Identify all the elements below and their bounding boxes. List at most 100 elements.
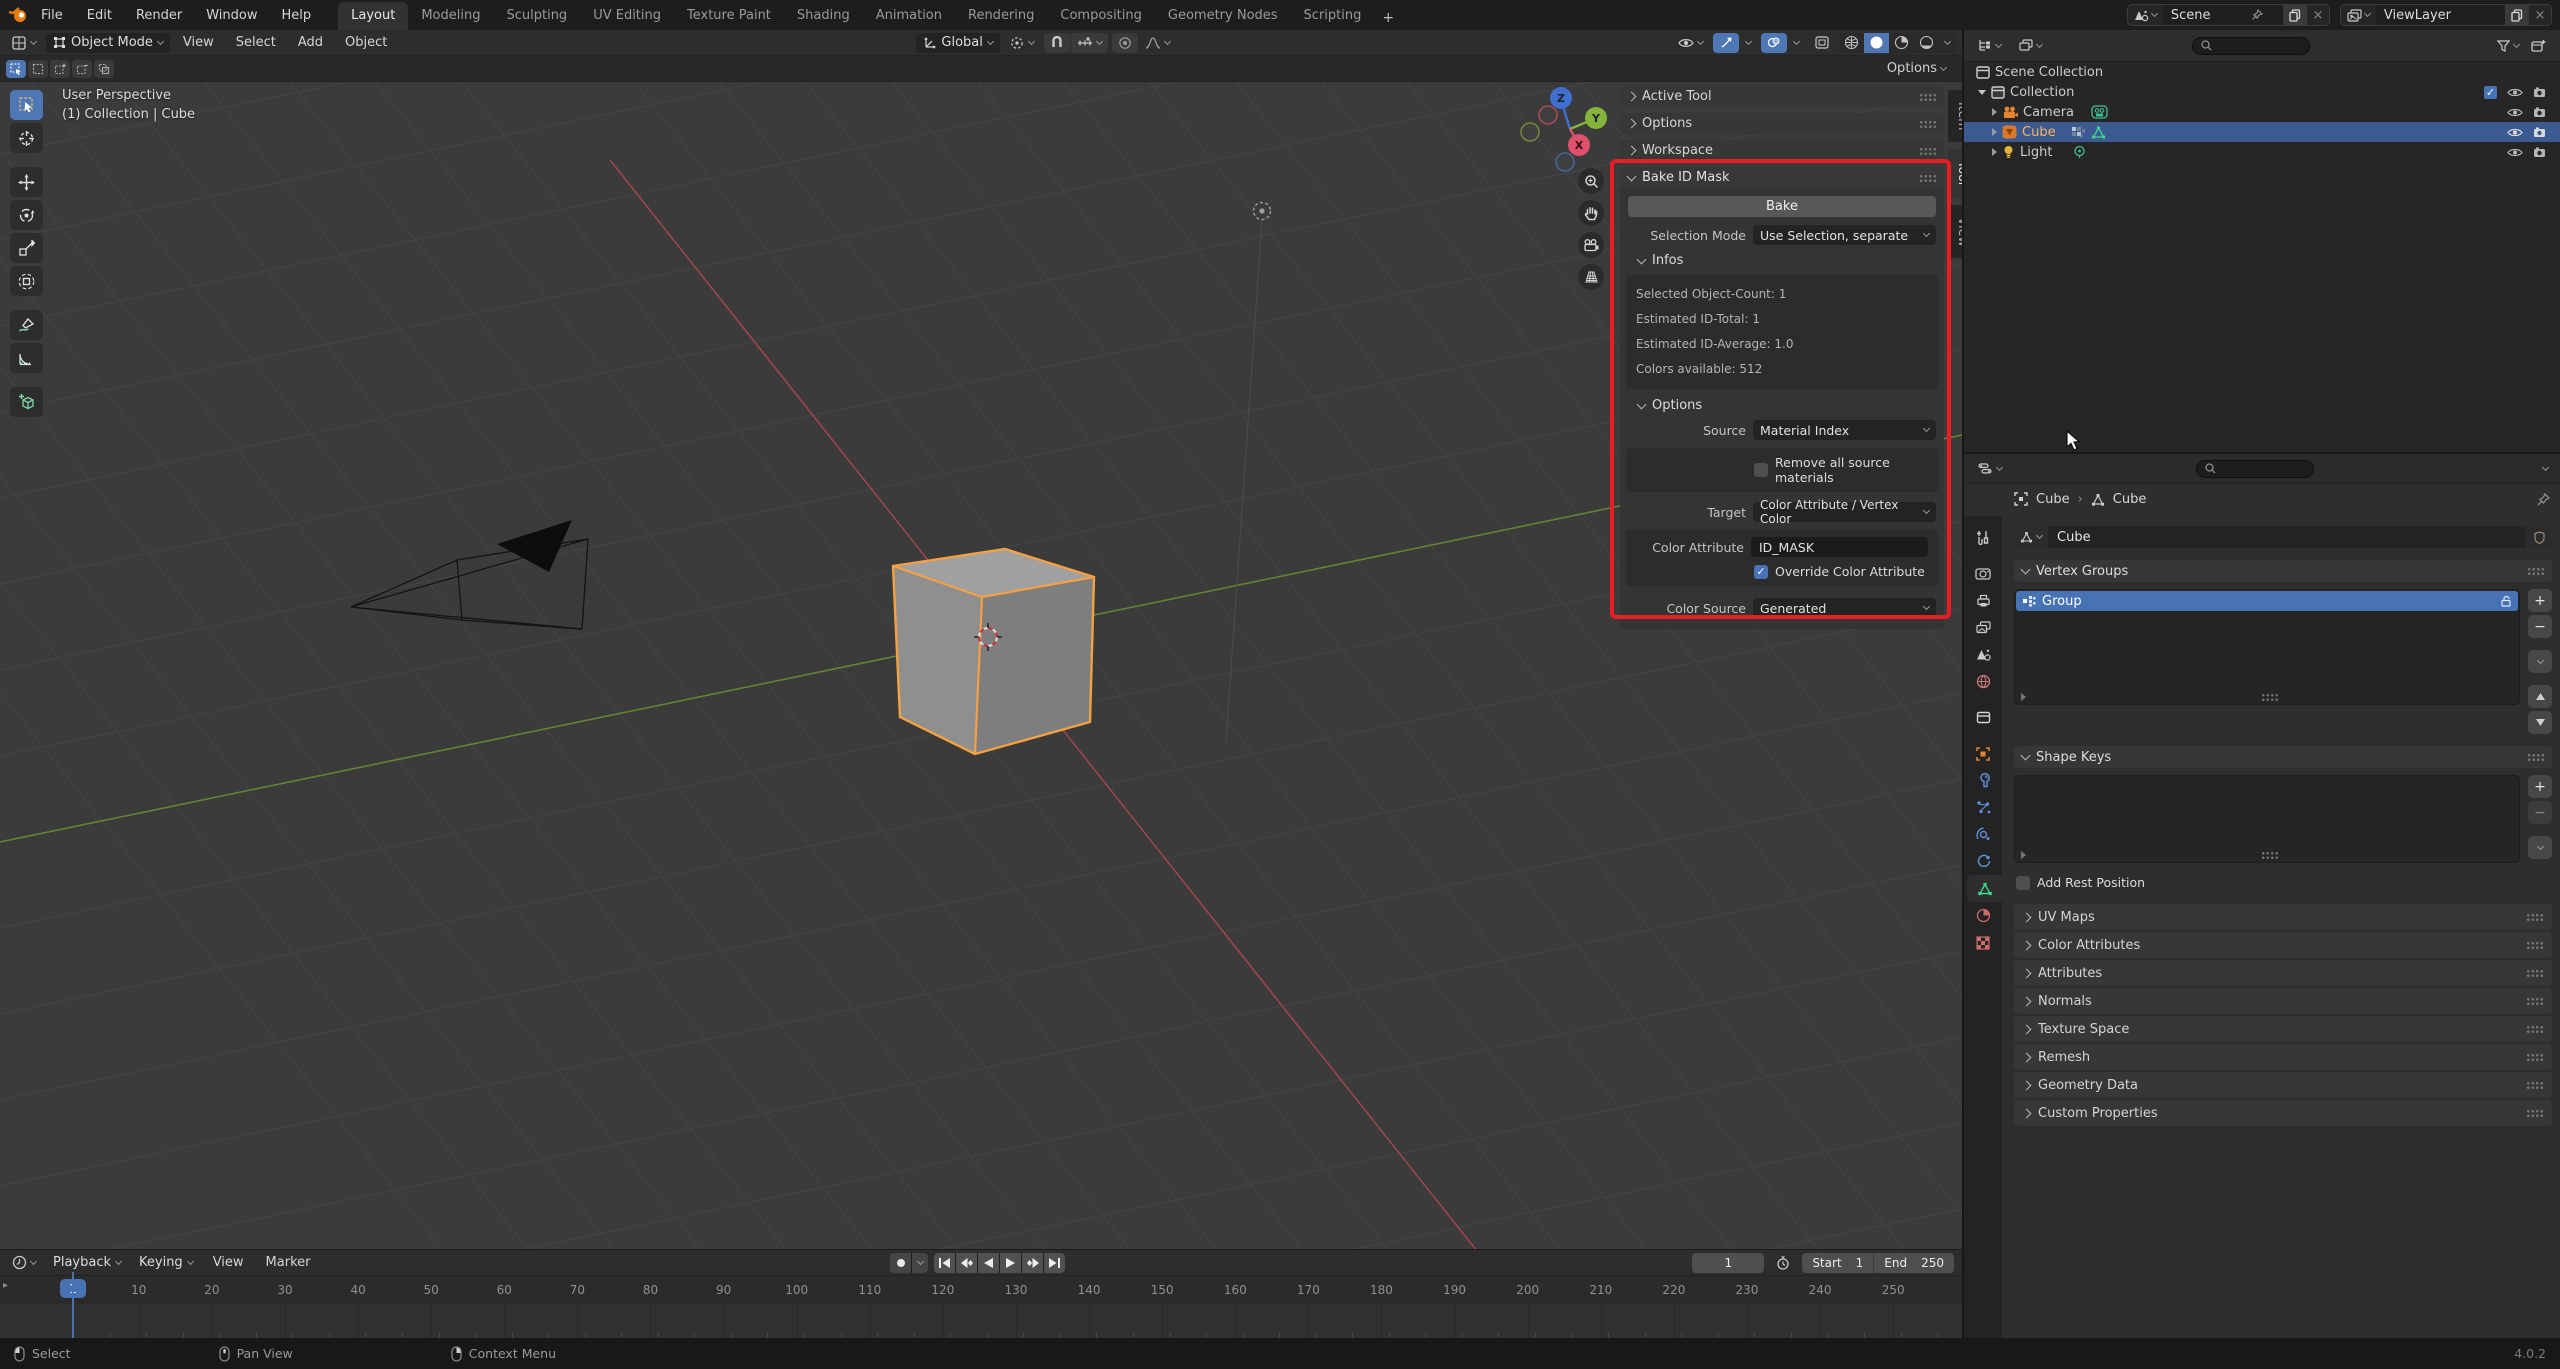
tab-geometry-nodes[interactable]: Geometry Nodes (1155, 2, 1291, 30)
panel-grip-icon[interactable] (2527, 567, 2544, 575)
panel-color-attributes[interactable]: Color Attributes (2014, 932, 2552, 958)
panel-normals[interactable]: Normals (2014, 988, 2552, 1014)
tab-texture-paint[interactable]: Texture Paint (674, 2, 784, 30)
prev-keyframe-button[interactable] (956, 1253, 977, 1273)
mesh-browse-button[interactable] (2014, 526, 2048, 548)
auto-keying-button[interactable] (890, 1253, 911, 1273)
properties-search[interactable] (2196, 460, 2314, 478)
pin-icon[interactable] (2251, 9, 2263, 21)
tab-render[interactable] (1964, 560, 2002, 587)
tab-compositing[interactable]: Compositing (1047, 2, 1155, 30)
jump-to-start-button[interactable] (934, 1253, 955, 1273)
use-preview-range-button[interactable] (1770, 1253, 1796, 1273)
tab-constraints[interactable] (1964, 848, 2002, 875)
tab-scripting[interactable]: Scripting (1291, 2, 1375, 30)
shape-keys-list[interactable] (2014, 775, 2520, 863)
panel-grip-icon[interactable] (2526, 1025, 2543, 1033)
mesh-data-icon[interactable] (2091, 126, 2106, 139)
panel-attributes[interactable]: Attributes (2014, 960, 2552, 986)
tool-add-cube[interactable] (10, 387, 43, 417)
select-mode-tweak-button[interactable] (6, 60, 26, 78)
panel-grip-icon[interactable] (1919, 147, 1936, 155)
viewport-menu-view[interactable]: View (174, 32, 223, 53)
disable-render-icon[interactable] (2533, 107, 2546, 118)
outliner-row-camera[interactable]: Camera (1964, 102, 2560, 122)
select-mode-subtract-button[interactable] (72, 60, 92, 78)
show-object-types-dropdown[interactable] (1672, 35, 1709, 51)
current-frame-line[interactable] (72, 1272, 74, 1338)
add-vertex-group-button[interactable]: + (2528, 589, 2552, 612)
outliner-filter-collection-dropdown[interactable] (2013, 37, 2048, 54)
mode-dropdown[interactable]: Object Mode (46, 33, 170, 53)
disclosure-closed-icon[interactable] (1992, 108, 1997, 116)
shading-wireframe-button[interactable] (1839, 33, 1864, 53)
select-mode-new-button[interactable] (28, 60, 48, 78)
tab-rendering[interactable]: Rendering (955, 2, 1047, 30)
panel-texture-space[interactable]: Texture Space (2014, 1016, 2552, 1042)
next-keyframe-button[interactable] (1022, 1253, 1043, 1273)
transform-orientation-dropdown[interactable]: Global (916, 33, 999, 53)
outliner-row-scene-collection[interactable]: Scene Collection (1964, 62, 2560, 82)
panel-grip-icon[interactable] (2526, 997, 2543, 1005)
unlink-scene-button[interactable]: × (2307, 5, 2329, 25)
timeline-expand-arrow[interactable]: ▸ (3, 1280, 8, 1291)
scene-name-field[interactable]: Scene (2163, 5, 2283, 25)
tab-shading[interactable]: Shading (784, 2, 863, 30)
panel-grip-icon[interactable] (1919, 120, 1936, 128)
timeline-menu-playback[interactable]: Playback (46, 1253, 128, 1273)
remove-viewlayer-button[interactable]: × (2529, 5, 2551, 25)
pin-icon[interactable] (2537, 493, 2550, 506)
viewport-menu-add[interactable]: Add (289, 32, 332, 53)
editor-type-button[interactable] (6, 34, 42, 52)
proportional-editing-toggle[interactable] (1112, 33, 1138, 53)
pivot-point-dropdown[interactable] (1004, 34, 1040, 52)
remove-shape-key-button[interactable]: − (2528, 801, 2552, 824)
timeline-track[interactable] (0, 1304, 1962, 1339)
target-dropdown[interactable]: Color Attribute / Vertex Color (1753, 502, 1936, 522)
move-group-up-button[interactable] (2528, 685, 2552, 708)
proportional-falloff-dropdown[interactable] (1139, 35, 1176, 51)
scene-browse-button[interactable] (2128, 5, 2163, 25)
color-attribute-field[interactable]: ID_MASK (1751, 537, 1928, 557)
snap-toggle[interactable] (1044, 33, 1070, 53)
vertex-groups-list[interactable]: Group (2014, 589, 2520, 705)
list-resize-icon[interactable] (2021, 851, 2026, 859)
unlock-icon[interactable] (2500, 595, 2512, 607)
play-reverse-button[interactable] (978, 1253, 999, 1273)
menu-window[interactable]: Window (195, 4, 268, 27)
tab-scene[interactable] (1964, 641, 2002, 668)
tool-measure[interactable] (10, 343, 43, 373)
selection-mode-dropdown[interactable]: Use Selection, separate (1753, 225, 1936, 245)
disclosure-open-icon[interactable] (1978, 90, 1986, 95)
menu-help[interactable]: Help (271, 4, 323, 27)
tab-particles[interactable] (1964, 794, 2002, 821)
shading-solid-button[interactable] (1864, 33, 1889, 53)
camera-data-icon[interactable] (2091, 105, 2108, 119)
panel-grip-icon[interactable] (1919, 174, 1936, 182)
tab-material[interactable] (1964, 902, 2002, 929)
axis-neg-x-handle[interactable] (1539, 106, 1557, 124)
list-grip-icon[interactable] (2261, 693, 2278, 701)
snap-settings-dropdown[interactable] (1071, 33, 1108, 53)
tool-select-box[interactable] (10, 90, 43, 120)
timeline-menu-keying[interactable]: Keying (132, 1253, 200, 1273)
ortho-toggle-button[interactable] (1578, 264, 1604, 290)
infos-subpanel-header[interactable]: Infos (1638, 253, 1936, 268)
tool-rotate[interactable] (10, 200, 43, 230)
outliner-filter-dropdown[interactable] (2491, 38, 2525, 54)
navigation-gizmo[interactable]: Z Y X (1513, 85, 1625, 187)
disclosure-closed-icon[interactable] (1992, 148, 1997, 156)
timeline-editor-type-button[interactable] (6, 1253, 42, 1272)
shading-material-button[interactable] (1889, 33, 1914, 53)
new-viewlayer-button[interactable] (2505, 5, 2529, 25)
options-subpanel-header[interactable]: Options (1638, 398, 1936, 413)
viewport-menu-object[interactable]: Object (336, 32, 396, 53)
collection-checkbox[interactable]: ✓ (2484, 86, 2497, 99)
mesh-name-field[interactable]: Cube (2048, 526, 2526, 548)
tab-animation[interactable]: Animation (863, 2, 955, 30)
overlays-settings-dropdown[interactable] (1788, 40, 1805, 46)
xray-toggle[interactable] (1809, 33, 1835, 53)
vertex-groups-panel-header[interactable]: Vertex Groups (2014, 560, 2552, 582)
modifier-stack-icon[interactable] (2071, 126, 2086, 139)
panel-active-tool[interactable]: Active Tool (1620, 86, 1944, 107)
